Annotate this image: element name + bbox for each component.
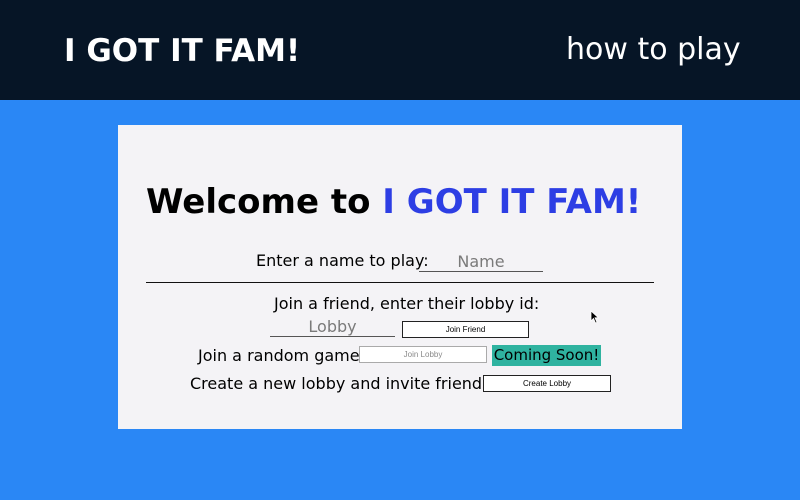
welcome-prefix: Welcome to bbox=[146, 182, 383, 222]
section-divider bbox=[146, 282, 654, 283]
top-nav-bar: I GOT IT FAM! how to play bbox=[0, 0, 800, 100]
brand-logo-text[interactable]: I GOT IT FAM! bbox=[64, 33, 300, 69]
join-friend-button[interactable]: Join Friend bbox=[402, 321, 529, 338]
name-input[interactable] bbox=[419, 251, 543, 272]
random-game-label: Join a random game: bbox=[198, 346, 365, 365]
page-title: Welcome to I GOT IT FAM! bbox=[146, 182, 641, 222]
name-label: Enter a name to play: bbox=[256, 251, 429, 270]
create-lobby-button[interactable]: Create Lobby bbox=[483, 375, 611, 392]
lobby-card: Welcome to I GOT IT FAM! Enter a name to… bbox=[118, 125, 682, 429]
create-lobby-label: Create a new lobby and invite friends: bbox=[190, 374, 496, 393]
welcome-brand: I GOT IT FAM! bbox=[382, 182, 642, 222]
mouse-pointer-icon bbox=[590, 310, 600, 324]
join-friend-label: Join a friend, enter their lobby id: bbox=[274, 294, 540, 313]
join-lobby-button[interactable]: Join Lobby bbox=[359, 346, 487, 363]
how-to-play-link[interactable]: how to play bbox=[566, 32, 741, 67]
lobby-id-input[interactable] bbox=[270, 317, 395, 337]
coming-soon-badge: Coming Soon! bbox=[492, 345, 601, 366]
